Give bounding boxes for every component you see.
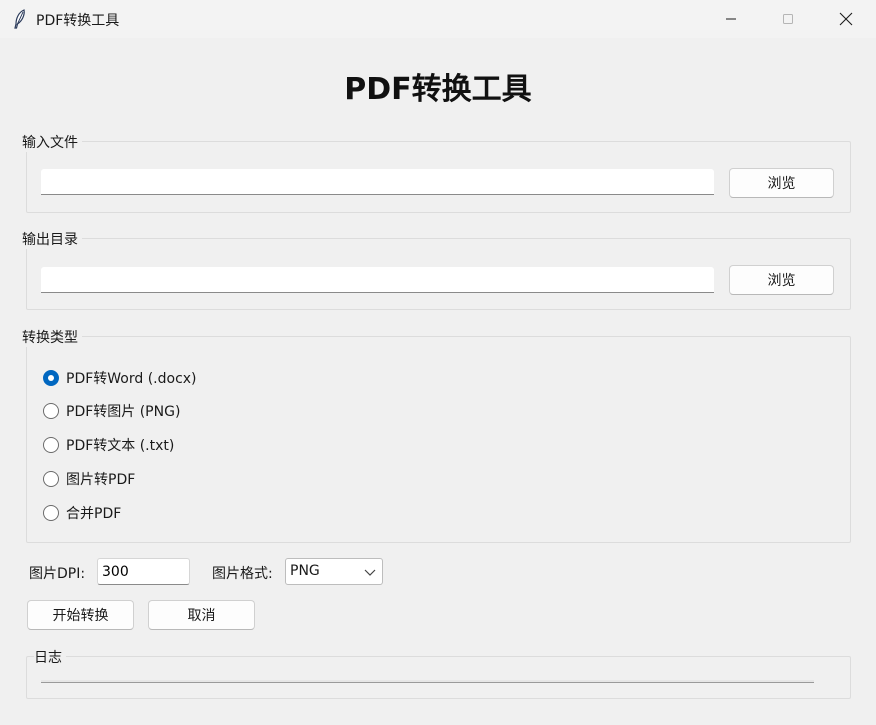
radio-label: PDF转Word (.docx): [66, 371, 197, 387]
format-select-value: PNG: [290, 563, 320, 579]
radio-unchecked-icon[interactable]: [43, 471, 59, 487]
page-title: PDF转换工具: [344, 72, 532, 107]
radio-image-to-pdf[interactable]: 图片转PDF: [43, 469, 135, 489]
start-convert-button[interactable]: 开始转换: [27, 600, 134, 630]
window-title: PDF转换工具: [36, 13, 120, 29]
radio-pdf-to-word[interactable]: PDF转Word (.docx): [43, 368, 197, 388]
close-icon: [839, 12, 853, 26]
output-dir-field[interactable]: [41, 267, 714, 293]
input-file-label: 输入文件: [22, 132, 82, 152]
dpi-label: 图片DPI:: [29, 566, 86, 582]
radio-unchecked-icon[interactable]: [43, 505, 59, 521]
radio-label: 合并PDF: [66, 506, 122, 522]
radio-label: PDF转文本 (.txt): [66, 438, 175, 454]
radio-label: 图片转PDF: [66, 472, 136, 488]
radio-pdf-to-image[interactable]: PDF转图片 (PNG): [43, 401, 180, 421]
radio-label: PDF转图片 (PNG): [66, 404, 181, 420]
maximize-button[interactable]: [759, 0, 817, 38]
input-file-field[interactable]: [41, 169, 714, 195]
radio-unchecked-icon[interactable]: [43, 403, 59, 419]
title-bar[interactable]: PDF转换工具: [0, 0, 876, 38]
minimize-button[interactable]: [702, 0, 760, 38]
log-group: [26, 656, 851, 699]
log-progress-bar: [41, 680, 814, 683]
format-label: 图片格式:: [212, 566, 273, 582]
maximize-icon: [783, 14, 793, 24]
browse-input-button[interactable]: 浏览: [729, 168, 834, 198]
feather-icon: [14, 9, 25, 29]
minimize-icon: [726, 18, 736, 20]
format-select[interactable]: PNG: [285, 558, 383, 585]
close-button[interactable]: [817, 0, 875, 38]
radio-merge-pdf[interactable]: 合并PDF: [43, 503, 121, 523]
output-dir-label: 输出目录: [22, 229, 82, 249]
browse-output-button[interactable]: 浏览: [729, 265, 834, 295]
cancel-button[interactable]: 取消: [148, 600, 255, 630]
radio-unchecked-icon[interactable]: [43, 437, 59, 453]
dpi-input[interactable]: [97, 558, 190, 585]
log-label: 日志: [34, 647, 66, 667]
convert-type-label: 转换类型: [22, 327, 82, 347]
radio-checked-icon[interactable]: [43, 370, 59, 386]
app-window: PDF转换工具 PDF转换工具 输入文件 浏览 输出目录 浏览 转换类型 PDF…: [0, 0, 876, 725]
chevron-down-icon: [364, 569, 376, 576]
radio-pdf-to-text[interactable]: PDF转文本 (.txt): [43, 435, 174, 455]
